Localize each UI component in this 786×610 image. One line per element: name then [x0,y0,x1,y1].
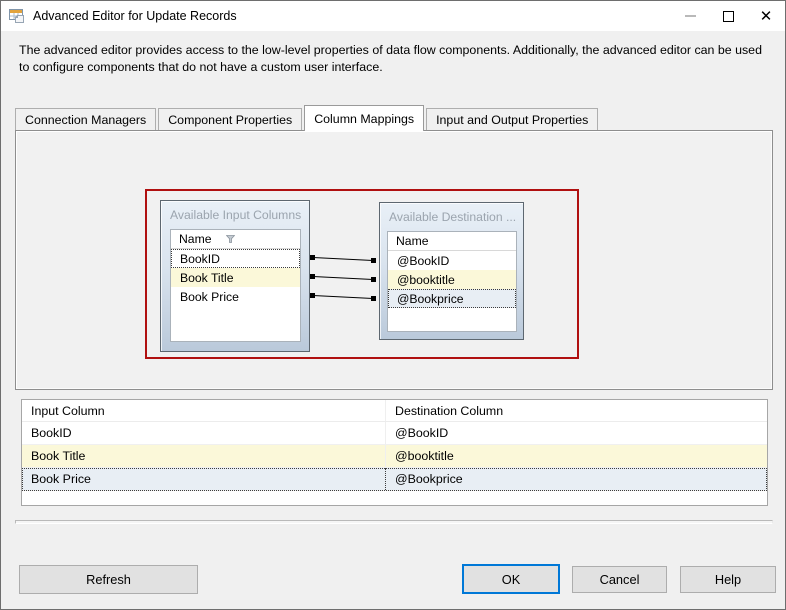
app-icon [9,9,24,23]
separator-groove [15,520,773,524]
destination-cell: @BookID [385,422,767,444]
destination-cell: @Bookprice [385,468,767,490]
window-controls: ✕ [671,1,785,31]
destination-list-header[interactable]: Name [388,232,516,251]
ok-button[interactable]: OK [462,564,560,594]
column-mappings-panel: Available Input Columns Name BookID Book… [15,130,773,390]
tab-input-output-properties[interactable]: Input and Output Properties [426,108,599,130]
input-column-list: Name BookID Book Title Book Price [170,229,301,342]
list-item[interactable]: @BookID [388,251,516,270]
table-row[interactable]: Book Title @booktitle [22,445,767,468]
input-header-label: Name [179,232,212,246]
destination-header-label: Name [396,234,429,248]
minimize-button [671,1,709,31]
list-item[interactable]: BookID [171,249,300,268]
list-item[interactable]: @Bookprice [388,289,516,308]
list-item[interactable]: @booktitle [388,270,516,289]
destination-cell: @booktitle [385,445,767,467]
table-row[interactable]: BookID @BookID [22,422,767,445]
close-button[interactable]: ✕ [747,1,785,31]
help-button[interactable]: Help [680,566,776,593]
filter-icon [225,235,235,243]
tab-strip: Connection Managers Component Properties… [15,105,600,131]
list-item[interactable]: Book Title [171,268,300,287]
minimize-icon [684,15,696,17]
mapping-grid: Input Column Destination Column BookID @… [21,399,768,506]
column-header-destination[interactable]: Destination Column [385,400,767,421]
maximize-icon [722,10,734,22]
available-destination-columns-table[interactable]: Available Destination ... Name @BookID @… [379,202,524,340]
close-icon: ✕ [759,7,773,25]
destination-column-list: Name @BookID @booktitle @Bookprice [387,231,517,332]
mapping-grid-header: Input Column Destination Column [22,400,767,422]
cancel-button[interactable]: Cancel [572,566,667,593]
destination-table-title: Available Destination ... [389,210,517,224]
tab-component-properties[interactable]: Component Properties [158,108,303,130]
refresh-button[interactable]: Refresh [19,565,198,594]
dialog-description: The advanced editor provides access to t… [19,43,762,74]
input-cell: BookID [31,426,72,440]
window-title: Advanced Editor for Update Records [33,9,237,23]
column-header-input[interactable]: Input Column [22,400,385,421]
titlebar: Advanced Editor for Update Records ✕ [1,1,785,31]
list-item[interactable]: Book Price [171,287,300,306]
table-row[interactable]: Book Price @Bookprice [22,468,767,491]
advanced-editor-dialog: Advanced Editor for Update Records ✕ The… [0,0,786,610]
tab-connection-managers[interactable]: Connection Managers [15,108,157,130]
input-cell: Book Title [22,445,385,467]
tab-column-mappings[interactable]: Column Mappings [304,105,425,131]
maximize-button[interactable] [709,1,747,31]
input-cell: Book Price [22,468,385,490]
input-list-header[interactable]: Name [171,230,300,249]
input-table-title: Available Input Columns [170,208,302,222]
available-input-columns-table[interactable]: Available Input Columns Name BookID Book… [160,200,310,352]
